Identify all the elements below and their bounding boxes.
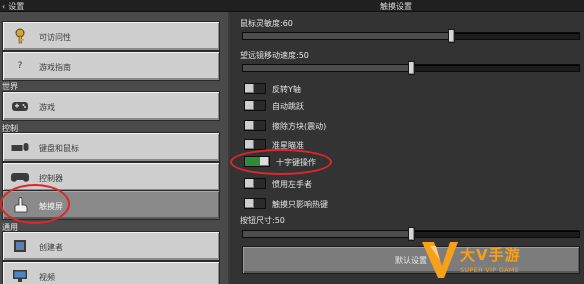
toggle-knob — [245, 101, 254, 110]
toggle-left-handed[interactable] — [244, 178, 266, 189]
keyboard-mouse-icon — [11, 139, 29, 155]
toggle-label: 反转Y轴 — [272, 85, 301, 94]
sidebar-item-label: 视频 — [39, 273, 55, 282]
key-icon — [11, 28, 29, 44]
toggle-knob — [245, 140, 254, 149]
slider-knob[interactable] — [447, 29, 455, 43]
slider-label-sensitivity: 鼠标灵敏度:60 — [240, 19, 293, 28]
toggle-knob — [245, 199, 254, 208]
spyglass-speed-slider[interactable] — [242, 61, 580, 75]
slider-fill — [243, 33, 452, 39]
sidebar-item-label: 控制器 — [39, 174, 63, 183]
back-label: 设置 — [8, 1, 25, 11]
window-title: 触摸设置 — [380, 2, 412, 11]
slider-fill — [243, 231, 411, 237]
toggle-invert-y[interactable] — [244, 83, 266, 94]
back-button[interactable]: ‹ 设置 — [2, 1, 24, 11]
watermark-brand: 大V手游 — [460, 246, 521, 264]
toggle-knob — [245, 84, 254, 93]
watermark-logo: 大V手游 SUPER VIP GAME — [420, 234, 584, 284]
chevron-left-icon: ‹ — [2, 1, 6, 11]
highlight-circle — [0, 184, 70, 224]
slider-fill — [243, 65, 411, 71]
toggle-knob — [245, 179, 254, 188]
top-bar: ‹ 设置 触摸设置 — [0, 0, 584, 12]
v-logo-icon — [422, 242, 458, 278]
highlight-circle — [230, 149, 332, 175]
sidebar-item-accessibility[interactable]: 可访问性 — [2, 21, 220, 51]
toggle-auto-jump[interactable] — [244, 100, 266, 111]
gamepad-icon — [11, 98, 29, 114]
sidebar-item-keyboard-mouse[interactable]: 键盘和鼠标 — [2, 132, 220, 162]
creator-icon — [11, 238, 29, 254]
slider-label-button-size: 按钮尺寸:50 — [240, 216, 285, 225]
monitor-icon — [11, 268, 29, 284]
slider-knob[interactable] — [407, 227, 415, 241]
sidebar-item-label: 游戏指南 — [39, 63, 71, 72]
sidebar-item-label: 可访问性 — [39, 33, 71, 42]
slider-label-spyglass: 望远镜移动速度:50 — [240, 51, 309, 60]
watermark-tagline: SUPER VIP GAME — [460, 266, 520, 274]
toggle-label: 惯用左手者 — [272, 180, 312, 189]
sidebar-item-label: 创建者 — [39, 243, 63, 252]
toggle-label: 擦除方块(震动) — [272, 122, 327, 131]
sidebar-item-label: 游戏 — [39, 103, 55, 112]
question-icon: ? — [17, 61, 23, 71]
sidebar-item-creator[interactable]: 创建者 — [2, 231, 220, 261]
toggle-crosshair[interactable] — [244, 139, 266, 150]
sidebar-item-label: 键盘和鼠标 — [39, 144, 79, 153]
controller-icon — [11, 169, 29, 185]
sidebar-item-how-to-play[interactable]: ? 游戏指南 — [2, 51, 220, 81]
sensitivity-slider[interactable] — [242, 29, 580, 43]
sidebar-item-video[interactable]: 视频 — [2, 261, 220, 284]
toggle-hotbar-only[interactable] — [244, 198, 266, 209]
toggle-destroy-vibration[interactable] — [244, 120, 266, 131]
toggle-knob — [245, 121, 254, 130]
sidebar-item-game[interactable]: 游戏 — [2, 91, 220, 121]
toggle-label: 触摸只影响热键 — [272, 200, 328, 209]
slider-knob[interactable] — [407, 61, 415, 75]
toggle-label: 自动跳跃 — [272, 102, 304, 111]
